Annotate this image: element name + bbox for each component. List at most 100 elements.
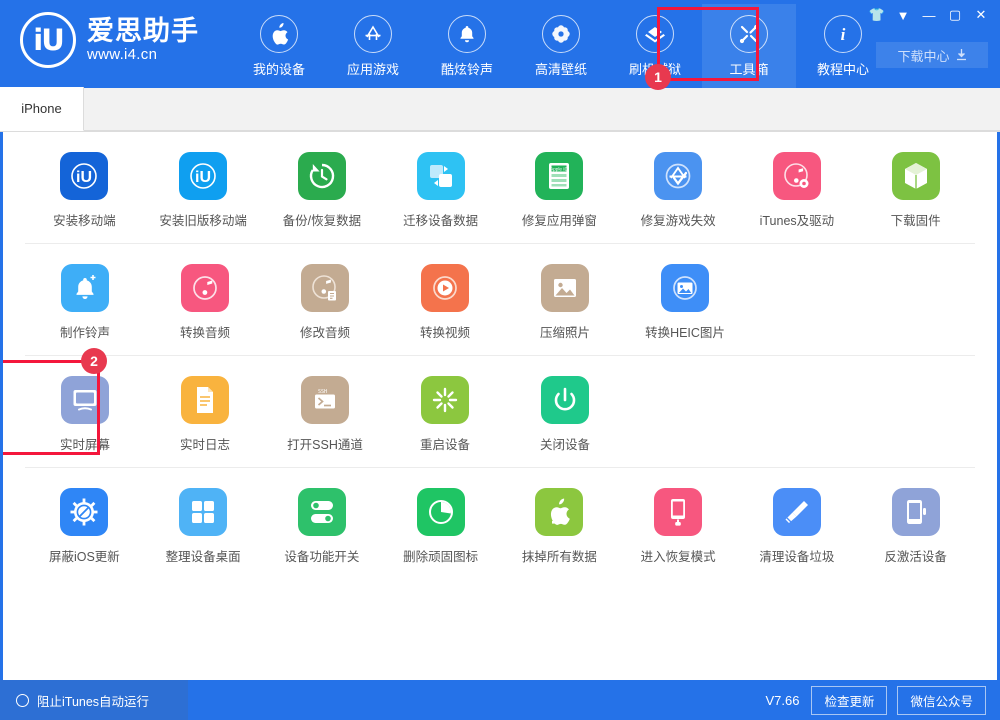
- tool-label: 删除顽固图标: [403, 546, 478, 565]
- maximize-icon[interactable]: ▢: [942, 4, 968, 26]
- tool-label: 安装移动端: [53, 210, 116, 229]
- device-tabstrip: iPhone: [0, 88, 1000, 132]
- svg-text:iU: iU: [76, 169, 92, 186]
- restart-device-icon: [421, 376, 469, 424]
- tool-erase-all-data[interactable]: 抹掉所有数据: [500, 488, 619, 565]
- flower-wallpaper-icon: [542, 15, 580, 53]
- tool-label: 转换HEIC图片: [645, 322, 725, 341]
- backup-restore-icon: [298, 152, 346, 200]
- footer-actions: V7.66 检查更新 微信公众号: [765, 686, 1000, 715]
- logo-name: 爱思助手: [87, 17, 199, 45]
- tool-label: 迁移设备数据: [403, 210, 478, 229]
- block-itunes-toggle[interactable]: 阻止iTunes自动运行: [0, 680, 188, 720]
- tool-label: 修复游戏失效: [641, 210, 716, 229]
- tool-live-log[interactable]: 实时日志: [145, 376, 265, 453]
- tool-organize-desktop[interactable]: 整理设备桌面: [144, 488, 263, 565]
- tool-row-1: iU 安装移动端 iU 安装旧版移动端 备份/恢复数据: [25, 132, 975, 244]
- tool-label: 修复应用弹窗: [522, 210, 597, 229]
- nav-label: 高清壁纸: [535, 59, 587, 78]
- tool-open-ssh[interactable]: SSH 打开SSH通道: [265, 376, 385, 453]
- radio-icon[interactable]: [16, 694, 29, 707]
- ssh-terminal-icon: SSH: [301, 376, 349, 424]
- nav-item-my-device[interactable]: 我的设备: [232, 4, 326, 88]
- heic-convert-icon: [661, 264, 709, 312]
- tool-edit-audio[interactable]: 修改音频: [265, 264, 385, 341]
- tool-convert-video[interactable]: 转换视频: [385, 264, 505, 341]
- tool-label: 转换音频: [180, 322, 230, 341]
- i4-lightblue-icon: iU: [179, 152, 227, 200]
- tool-install-old-mobile[interactable]: iU 安装旧版移动端: [144, 152, 263, 229]
- live-screen-icon: [61, 376, 109, 424]
- recovery-mode-icon: [654, 488, 702, 536]
- feature-toggle-icon: [298, 488, 346, 536]
- download-icon: [956, 49, 967, 61]
- nav-label: 应用游戏: [347, 59, 399, 78]
- tool-row-3: 实时屏幕 2 实时日志 SSH: [25, 356, 975, 468]
- tool-fix-app-popup[interactable]: Apple ID 修复应用弹窗: [500, 152, 619, 229]
- tool-label: 打开SSH通道: [287, 434, 363, 453]
- nav-item-ringtones[interactable]: 酷炫铃声: [420, 4, 514, 88]
- tool-clean-junk[interactable]: 清理设备垃圾: [738, 488, 857, 565]
- tool-label: 实时屏幕: [60, 434, 110, 453]
- firmware-cube-icon: [892, 152, 940, 200]
- tool-convert-heic[interactable]: 转换HEIC图片: [625, 264, 745, 341]
- tab-iphone[interactable]: iPhone: [0, 87, 84, 131]
- i4-blue-icon: iU: [60, 152, 108, 200]
- check-update-button[interactable]: 检查更新: [811, 686, 887, 715]
- tool-label: 备份/恢复数据: [283, 210, 361, 229]
- nav-item-toolbox[interactable]: 工具箱: [702, 4, 796, 88]
- tool-power-off-device[interactable]: 关闭设备: [505, 376, 625, 453]
- skin-icon[interactable]: 👕: [864, 4, 890, 26]
- tool-download-firmware[interactable]: 下载固件: [856, 152, 975, 229]
- tool-row-4: 屏蔽iOS更新 整理设备桌面: [25, 468, 975, 579]
- tool-label: 修改音频: [300, 322, 350, 341]
- tool-restart-device[interactable]: 重启设备: [385, 376, 505, 453]
- ringtone-make-icon: [61, 264, 109, 312]
- close-icon[interactable]: ✕: [968, 4, 994, 26]
- tool-label: 下载固件: [891, 210, 941, 229]
- tool-label: 关闭设备: [540, 434, 590, 453]
- tool-delete-stubborn-icon[interactable]: 删除顽固图标: [381, 488, 500, 565]
- tool-recovery-mode[interactable]: 进入恢复模式: [619, 488, 738, 565]
- svg-text:Apple ID: Apple ID: [551, 167, 569, 172]
- nav-item-apps-games[interactable]: 应用游戏: [326, 4, 420, 88]
- tool-install-mobile[interactable]: iU 安装移动端: [25, 152, 144, 229]
- tool-convert-audio[interactable]: 转换音频: [145, 264, 265, 341]
- delete-icon-icon: [417, 488, 465, 536]
- main-nav: 我的设备 应用游戏 酷炫铃声: [232, 4, 890, 88]
- tool-feature-toggle[interactable]: 设备功能开关: [263, 488, 382, 565]
- block-ios-update-icon: [60, 488, 108, 536]
- tool-itunes-driver[interactable]: iTunes及驱动: [738, 152, 857, 229]
- erase-all-data-icon: [535, 488, 583, 536]
- tool-make-ringtone[interactable]: 制作铃声: [25, 264, 145, 341]
- itunes-driver-icon: [773, 152, 821, 200]
- live-log-icon: [181, 376, 229, 424]
- tools-icon: [730, 15, 768, 53]
- download-center-button[interactable]: 下载中心: [876, 42, 988, 68]
- tool-label: 重启设备: [420, 434, 470, 453]
- minimize-icon[interactable]: —: [916, 4, 942, 26]
- tool-backup-restore[interactable]: 备份/恢复数据: [263, 152, 382, 229]
- tool-compress-photo[interactable]: 压缩照片: [505, 264, 625, 341]
- tool-fix-game-failure[interactable]: 修复游戏失效: [619, 152, 738, 229]
- tool-deactivate-device[interactable]: 反激活设备: [856, 488, 975, 565]
- window-controls: 👕 ▼ — ▢ ✕: [864, 4, 994, 26]
- svg-text:i: i: [841, 25, 846, 44]
- annotation-badge-1: 1: [645, 64, 671, 90]
- video-convert-icon: [421, 264, 469, 312]
- deactivate-device-icon: [892, 488, 940, 536]
- nav-item-wallpapers[interactable]: 高清壁纸: [514, 4, 608, 88]
- tool-live-screen[interactable]: 实时屏幕 2: [25, 376, 145, 453]
- menu-icon[interactable]: ▼: [890, 4, 916, 26]
- download-center-label: 下载中心: [897, 46, 949, 65]
- tool-migrate-data[interactable]: 迁移设备数据: [381, 152, 500, 229]
- nav-label: 酷炫铃声: [441, 59, 493, 78]
- tool-block-ios-update[interactable]: 屏蔽iOS更新: [25, 488, 144, 565]
- nav-label: 教程中心: [817, 59, 869, 78]
- nav-label: 工具箱: [729, 59, 768, 78]
- app-footer: 阻止iTunes自动运行 V7.66 检查更新 微信公众号: [0, 680, 1000, 720]
- tool-label: 设备功能开关: [284, 546, 359, 565]
- tool-label: iTunes及驱动: [760, 210, 835, 229]
- migrate-data-icon: [417, 152, 465, 200]
- wechat-official-button[interactable]: 微信公众号: [897, 686, 986, 715]
